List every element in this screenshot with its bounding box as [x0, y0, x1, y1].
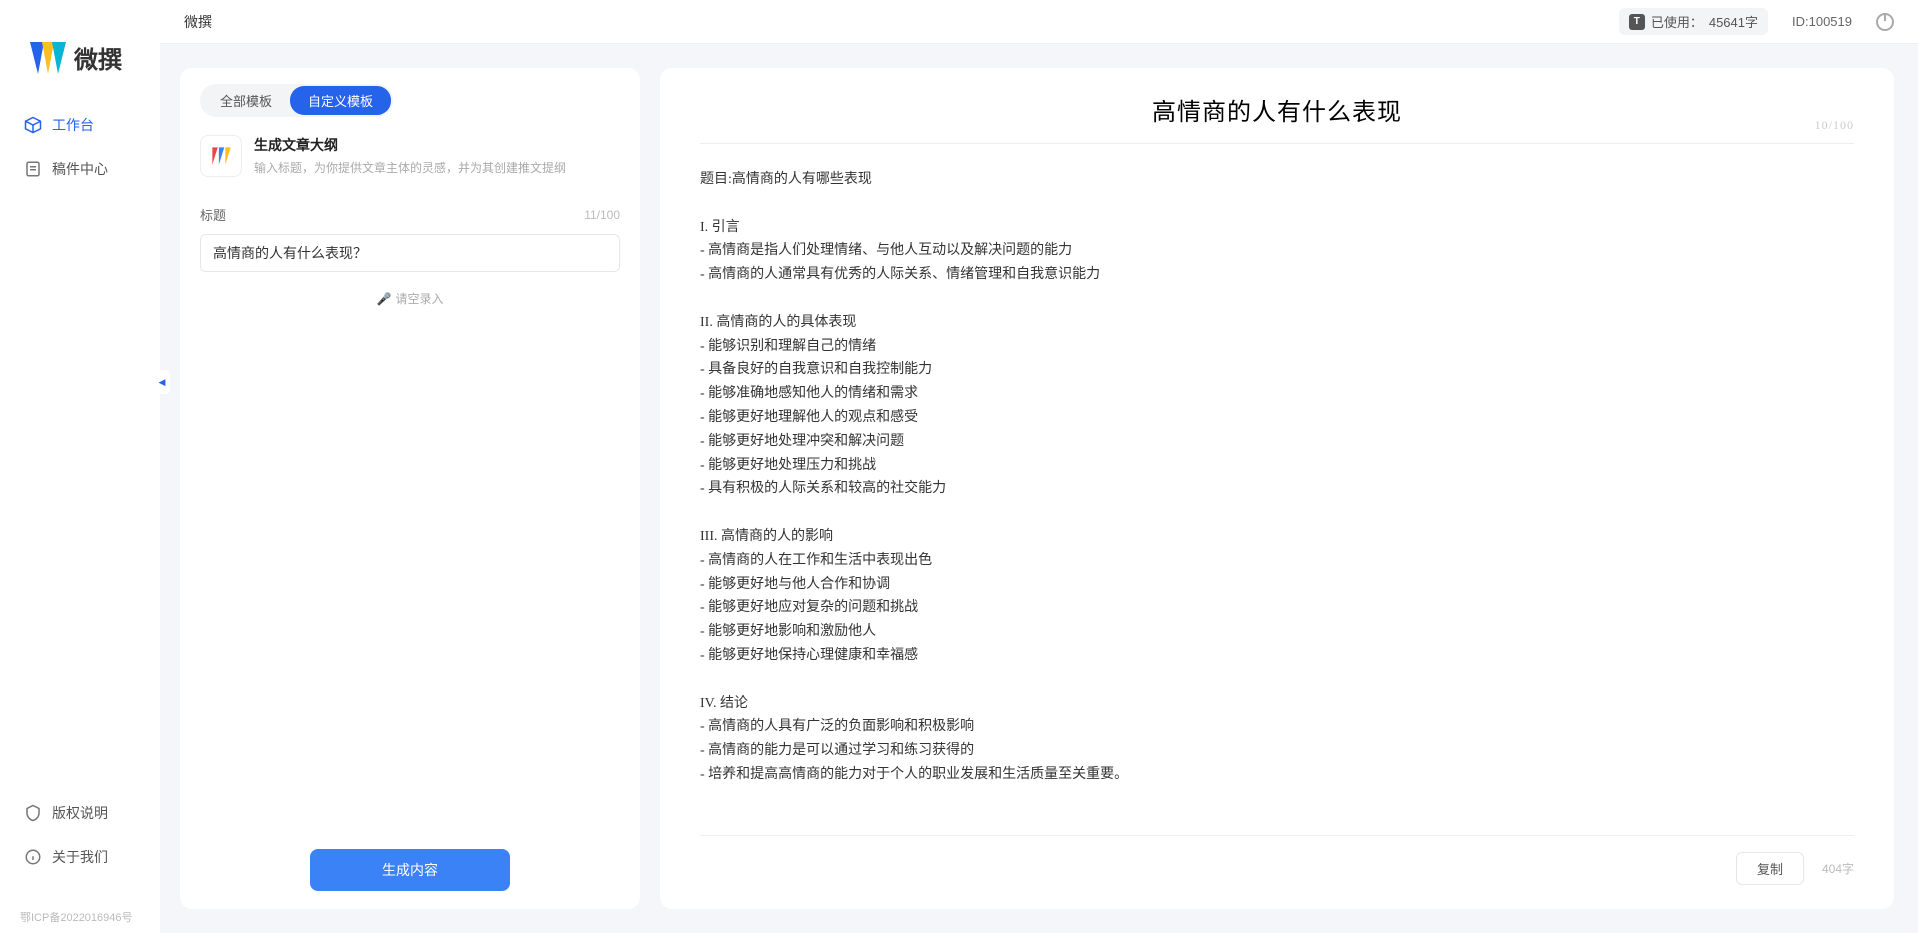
voice-input-hint[interactable]: 🎤请空录入: [200, 290, 620, 307]
power-icon[interactable]: [1876, 13, 1894, 31]
title-input[interactable]: [200, 234, 620, 272]
title-field-counter: 11/100: [584, 208, 620, 222]
user-id: ID:100519: [1792, 14, 1852, 29]
title-counter: 10/100: [1815, 118, 1854, 133]
collapse-icon[interactable]: [154, 370, 170, 394]
word-count: 404字: [1822, 860, 1854, 877]
usage-label: 已使用：: [1651, 12, 1703, 31]
sidebar-item-copyright[interactable]: 版权说明: [12, 793, 148, 833]
tab-all-templates[interactable]: 全部模板: [202, 86, 290, 115]
logo-text: 微撰: [74, 40, 122, 75]
generate-button[interactable]: 生成内容: [310, 849, 510, 891]
template-title: 生成文章大纲: [254, 135, 566, 155]
output-title: 高情商的人有什么表现 10/100: [700, 92, 1854, 144]
icp-text: 鄂ICP备2022016946号: [0, 901, 160, 933]
sidebar: 微撰 工作台 稿件中心 版权说明: [0, 0, 160, 933]
sidebar-item-about[interactable]: 关于我们: [12, 837, 148, 877]
document-icon: [24, 160, 42, 178]
sidebar-item-label: 稿件中心: [52, 159, 108, 179]
info-icon: [24, 848, 42, 866]
page-title: 微撰: [184, 12, 212, 32]
logo: 微撰: [0, 0, 160, 105]
output-body: 题目:高情商的人有哪些表现 I. 引言 - 高情商是指人们处理情绪、与他人互动以…: [700, 168, 1854, 835]
template-desc: 输入标题，为你提供文章主体的灵感，并为其创建推文提纲: [254, 159, 566, 176]
copy-button[interactable]: 复制: [1736, 852, 1804, 885]
template-tabs: 全部模板 自定义模板: [200, 84, 393, 117]
output-panel: 高情商的人有什么表现 10/100 题目:高情商的人有哪些表现 I. 引言 - …: [660, 68, 1894, 909]
sidebar-item-label: 工作台: [52, 115, 94, 135]
template-card: 生成文章大纲 输入标题，为你提供文章主体的灵感，并为其创建推文提纲: [200, 135, 620, 177]
input-panel: 全部模板 自定义模板 生成文章大纲: [180, 68, 640, 909]
mic-icon: 🎤: [377, 292, 392, 306]
title-field-label: 标题: [200, 205, 226, 224]
topbar: 微撰 T 已使用： 45641字 ID:100519: [160, 0, 1918, 44]
cube-icon: [24, 116, 42, 134]
usage-value: 45641字: [1709, 12, 1758, 31]
sidebar-item-label: 关于我们: [52, 847, 108, 867]
template-icon: [200, 135, 242, 177]
sidebar-item-workbench[interactable]: 工作台: [12, 105, 148, 145]
shield-icon: [24, 804, 42, 822]
sidebar-item-label: 版权说明: [52, 803, 108, 823]
logo-icon: [30, 42, 66, 74]
usage-chip: T 已使用： 45641字: [1619, 8, 1768, 35]
text-icon: T: [1629, 14, 1645, 30]
tab-custom-templates[interactable]: 自定义模板: [290, 86, 391, 115]
sidebar-item-drafts[interactable]: 稿件中心: [12, 149, 148, 189]
